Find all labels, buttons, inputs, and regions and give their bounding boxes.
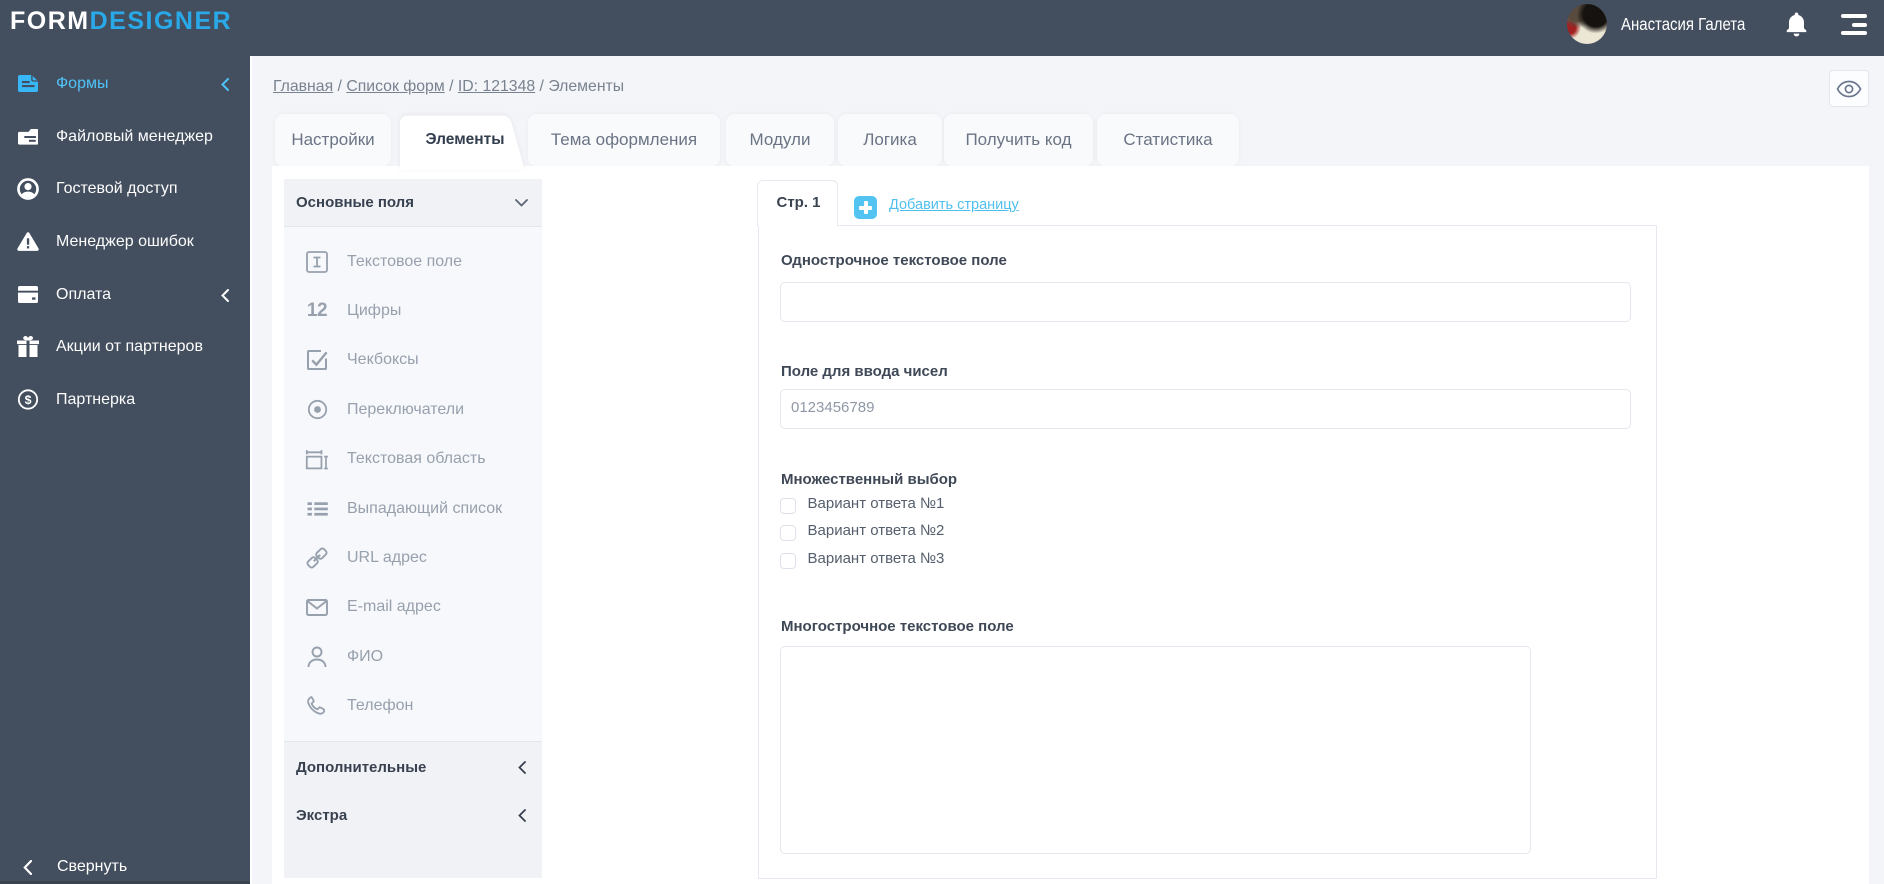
- svg-text:$: $: [25, 393, 32, 407]
